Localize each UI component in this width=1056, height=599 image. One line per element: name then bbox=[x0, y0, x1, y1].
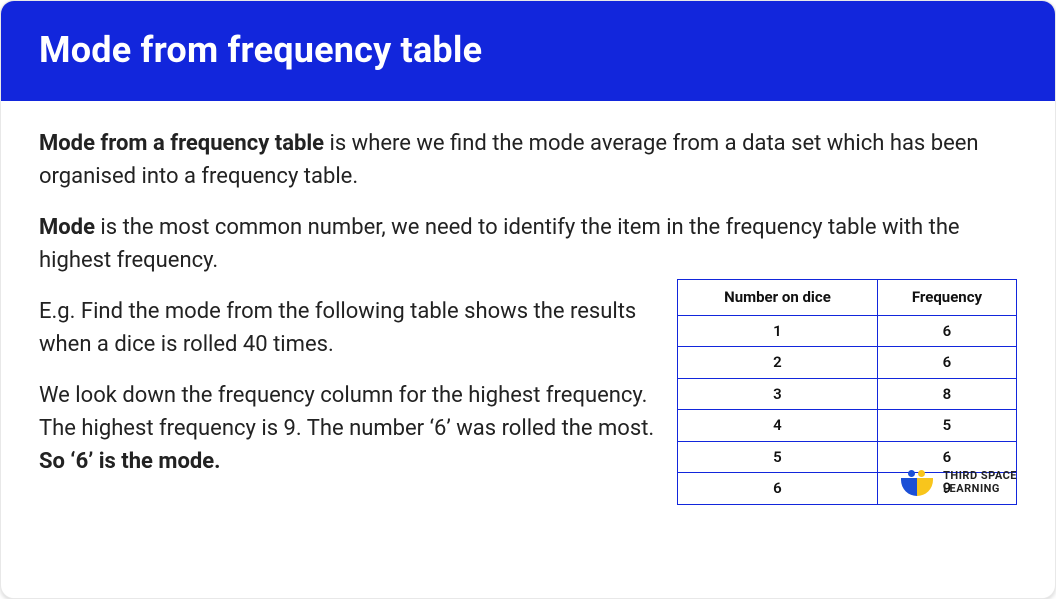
col-header-frequency: Frequency bbox=[877, 280, 1016, 316]
logo-mark-icon bbox=[901, 470, 933, 496]
table-row: 2 6 bbox=[678, 347, 1017, 379]
cell-number: 2 bbox=[678, 347, 878, 379]
cell-number: 3 bbox=[678, 378, 878, 410]
intro-bold-1: Mode from a frequency table bbox=[39, 131, 324, 156]
header-banner: Mode from frequency table bbox=[1, 1, 1055, 101]
cell-number: 4 bbox=[678, 410, 878, 442]
table-header-row: Number on dice Frequency bbox=[678, 280, 1017, 316]
cell-frequency: 8 bbox=[877, 378, 1016, 410]
exp-c: ’ was rolled the most. bbox=[446, 416, 654, 441]
brand-logo: THIRD SPACE LEARNING bbox=[901, 470, 1017, 496]
cell-frequency: 6 bbox=[877, 315, 1016, 347]
exp-d: So ‘6’ is the mode. bbox=[39, 449, 221, 474]
table-row: 1 6 bbox=[678, 315, 1017, 347]
exp-b: 6 bbox=[434, 416, 446, 441]
table-row: 5 6 bbox=[678, 441, 1017, 473]
intro-paragraph-1: Mode from a frequency table is where we … bbox=[39, 127, 1017, 193]
cell-number: 1 bbox=[678, 315, 878, 347]
cell-frequency: 5 bbox=[877, 410, 1016, 442]
intro-text-2: is the most common number, we need to id… bbox=[39, 215, 960, 273]
intro-bold-2: Mode bbox=[39, 215, 95, 240]
logo-line2: LEARNING bbox=[943, 483, 1017, 496]
intro-paragraph-2: Mode is the most common number, we need … bbox=[39, 211, 1017, 277]
table-row: 3 8 bbox=[678, 378, 1017, 410]
col-header-number: Number on dice bbox=[678, 280, 878, 316]
cell-frequency: 6 bbox=[877, 441, 1016, 473]
explanation-paragraph: We look down the frequency column for th… bbox=[39, 379, 659, 478]
page-title: Mode from frequency table bbox=[39, 29, 1017, 71]
cell-number: 6 bbox=[678, 473, 878, 505]
example-paragraph: E.g. Find the mode from the following ta… bbox=[39, 295, 659, 361]
content-area: Mode from a frequency table is where we … bbox=[1, 101, 1055, 516]
document-card: Mode from frequency table Mode from a fr… bbox=[0, 0, 1056, 599]
table-row: 4 5 bbox=[678, 410, 1017, 442]
cell-number: 5 bbox=[678, 441, 878, 473]
cell-frequency: 6 bbox=[877, 347, 1016, 379]
logo-text: THIRD SPACE LEARNING bbox=[943, 470, 1017, 495]
